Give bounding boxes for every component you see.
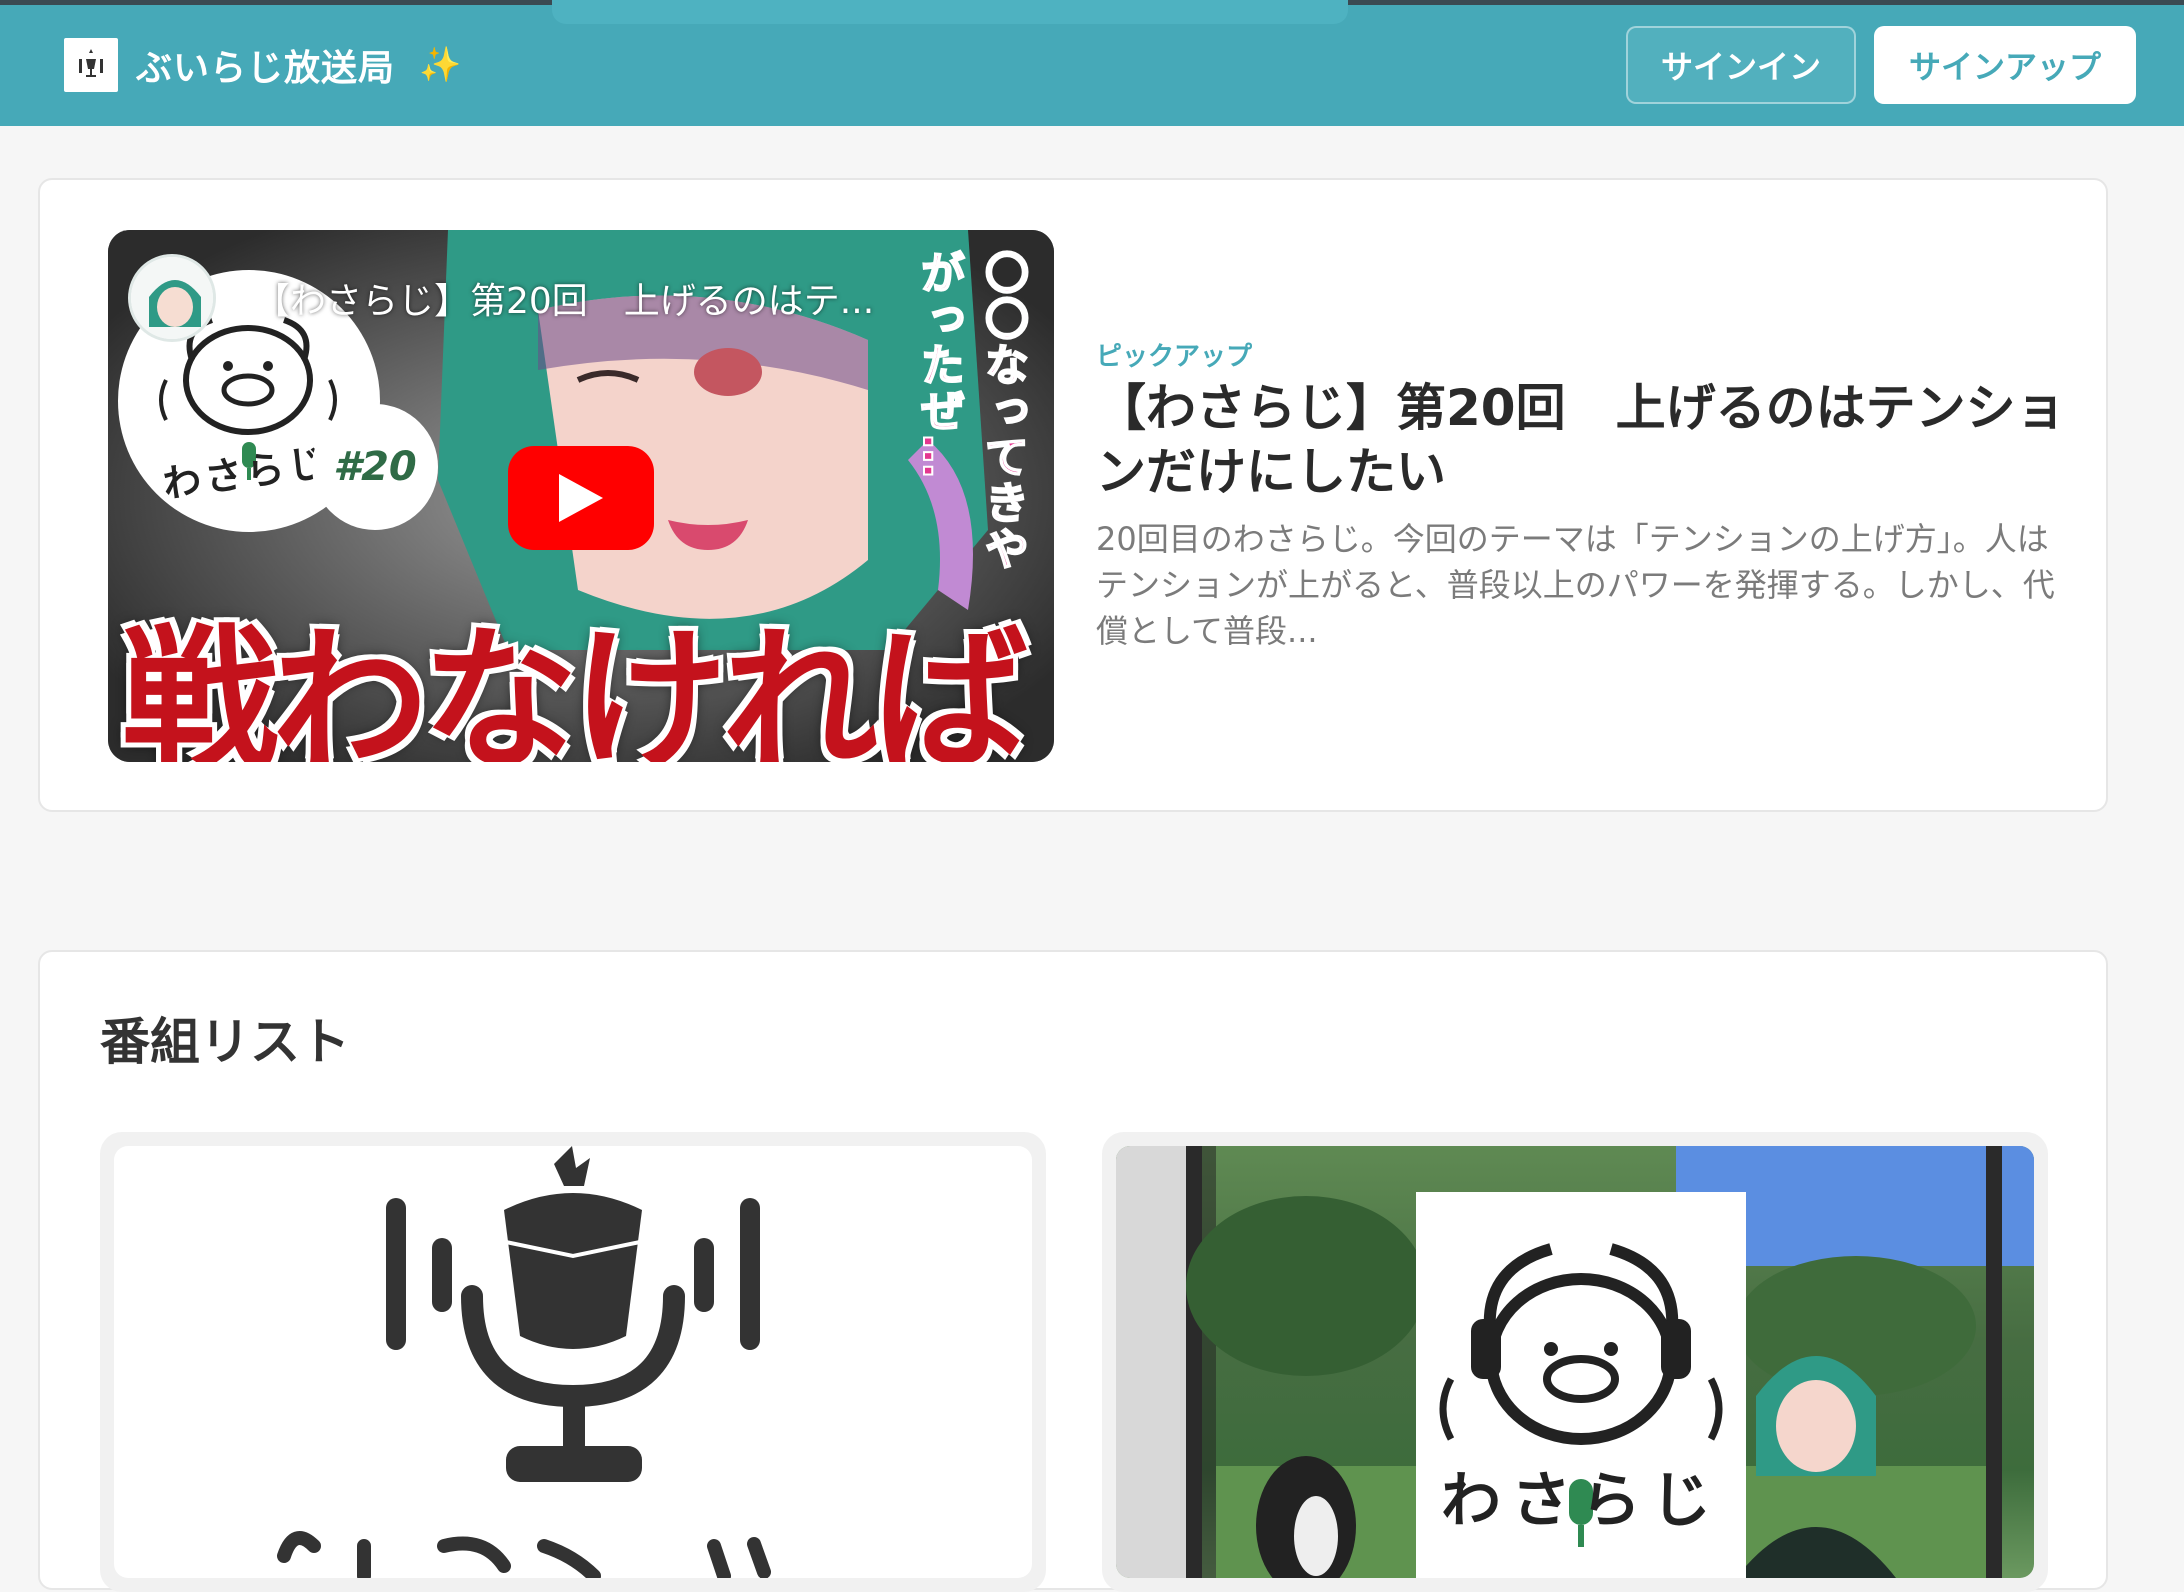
thumbnail-caption: 戦わなければ (122, 609, 1028, 762)
program-card-ichiraji[interactable] (100, 1132, 1046, 1592)
signin-button[interactable]: サインイン (1626, 26, 1856, 104)
video-thumbnail[interactable]: わさらじ 【わさらじ】第20回 上げるのはテ... #20 〇〇なってきやがった… (108, 230, 1054, 762)
pickup-card: わさらじ 【わさらじ】第20回 上げるのはテ... #20 〇〇なってきやがった… (38, 178, 2108, 812)
video-overlay-title: 【わさらじ】第20回 上げるのはテ... (254, 281, 875, 322)
sparkles-icon: ✨ (419, 45, 462, 85)
pickup-label: ピックアップ (1096, 342, 1253, 372)
channel-avatar[interactable] (128, 254, 216, 342)
program-list-heading: 番組リスト (100, 1013, 350, 1071)
top-navbar: ぶいらじ放送局 ✨ サインイン サインアップ (0, 0, 2184, 126)
program-thumbnail (114, 1146, 1032, 1578)
program-thumbnail: わさらじ (1116, 1146, 2034, 1578)
show-signboard: わさらじ (1416, 1192, 1746, 1578)
site-logo-icon (64, 38, 118, 92)
site-title: ぶいらじ放送局 (136, 48, 396, 89)
program-list-section: 番組リスト わさらじ (38, 950, 2108, 1592)
youtube-play-icon[interactable] (508, 446, 654, 550)
program-card-wasaraji[interactable]: わさらじ (1102, 1132, 2048, 1592)
site-brand[interactable]: ぶいらじ放送局 ✨ (64, 38, 461, 92)
pickup-title[interactable]: 【わさらじ】第20回 上げるのはテンションだけにしたい (1096, 376, 2076, 504)
signup-button[interactable]: サインアップ (1874, 26, 2136, 104)
tab-shadow (552, 0, 1348, 24)
vertical-caption: 〇〇なってきやがったぜ… (912, 249, 1029, 573)
pickup-description: 20回目のわさらじ。今回のテーマは「テンションの上げ方」。人はテンションが上がる… (1096, 520, 2055, 650)
signboard-text: わさらじ (1441, 1466, 1721, 1536)
episode-badge: #20 (312, 404, 438, 530)
microphone-logo-icon (277, 1146, 771, 1578)
